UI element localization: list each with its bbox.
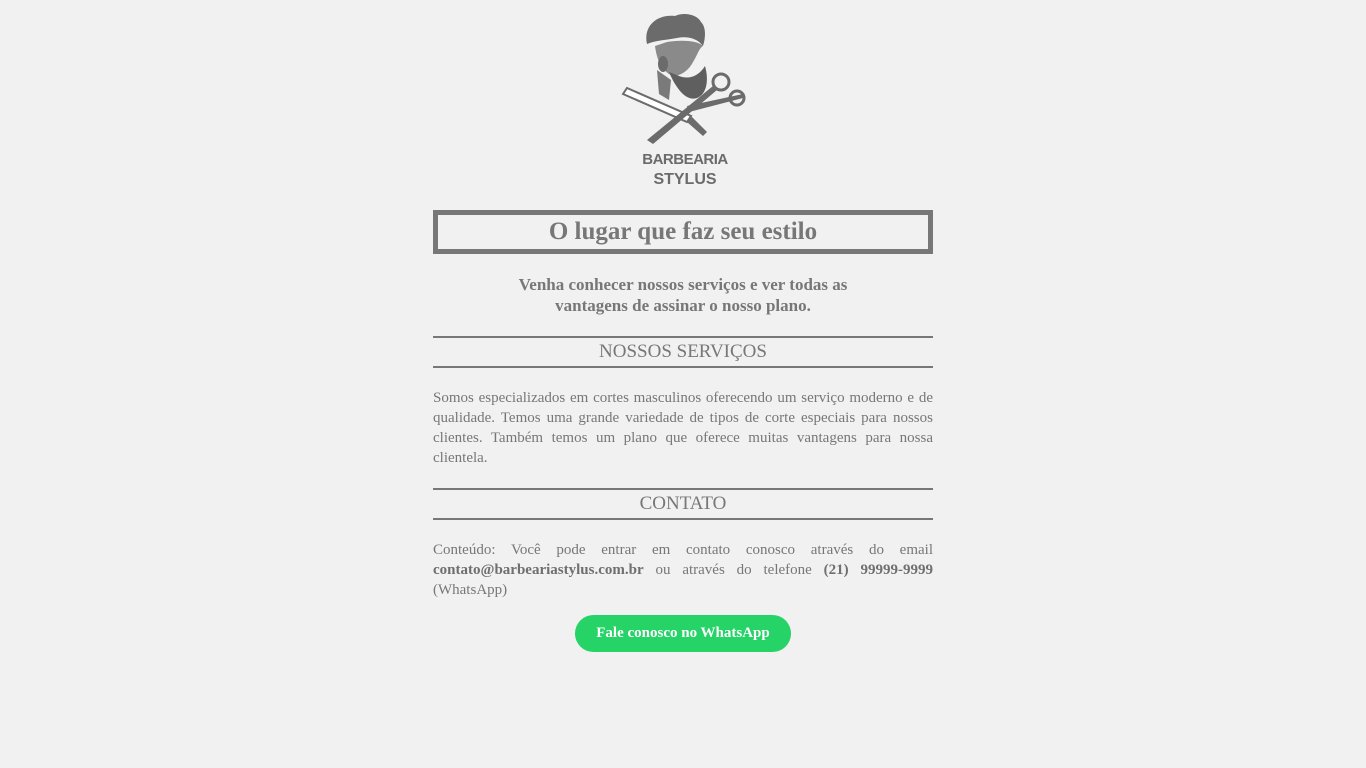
contact-paragraph: Conteúdo: Você pode entrar em contato co… bbox=[433, 540, 933, 600]
whatsapp-button[interactable]: Fale conosco no WhatsApp bbox=[575, 615, 791, 652]
brand-name-line1: BARBEARIA bbox=[642, 151, 728, 168]
page: BARBEARIA STYLUS O lugar que faz seu est… bbox=[0, 0, 1366, 768]
headline-box: O lugar que faz seu estilo bbox=[433, 210, 933, 254]
intro-text: Venha conhecer nossos serviços e ver tod… bbox=[433, 274, 933, 316]
contact-text-before-email: Conteúdo: Você pode entrar em contato co… bbox=[433, 542, 933, 558]
services-paragraph: Somos especializados em cortes masculino… bbox=[433, 390, 933, 466]
main-content: O lugar que faz seu estilo Venha conhece… bbox=[433, 210, 933, 652]
brand-name-line2: STYLUS bbox=[653, 171, 717, 188]
contact-title: CONTATO bbox=[639, 493, 727, 514]
headline: O lugar que faz seu estilo bbox=[548, 218, 818, 245]
services-title: NOSSOS SERVIÇOS bbox=[599, 341, 767, 362]
intro-line-1: Venha conhecer nossos serviços e ver tod… bbox=[518, 275, 848, 294]
barber-logo-icon bbox=[621, 14, 746, 144]
contact-text-between: ou através do telefone bbox=[643, 562, 824, 578]
contact-phone: (21) 99999-9999 bbox=[823, 562, 933, 578]
contact-section-title: CONTATO bbox=[433, 488, 933, 520]
contact-text-after: (WhatsApp) bbox=[433, 582, 508, 598]
contact-email: contato@barbeariastylus.com.br bbox=[433, 562, 644, 578]
intro-line-2: vantagens de assinar o nosso plano. bbox=[555, 296, 811, 315]
services-section-title: NOSSOS SERVIÇOS bbox=[433, 336, 933, 368]
barber-logo: BARBEARIA STYLUS bbox=[617, 10, 753, 190]
